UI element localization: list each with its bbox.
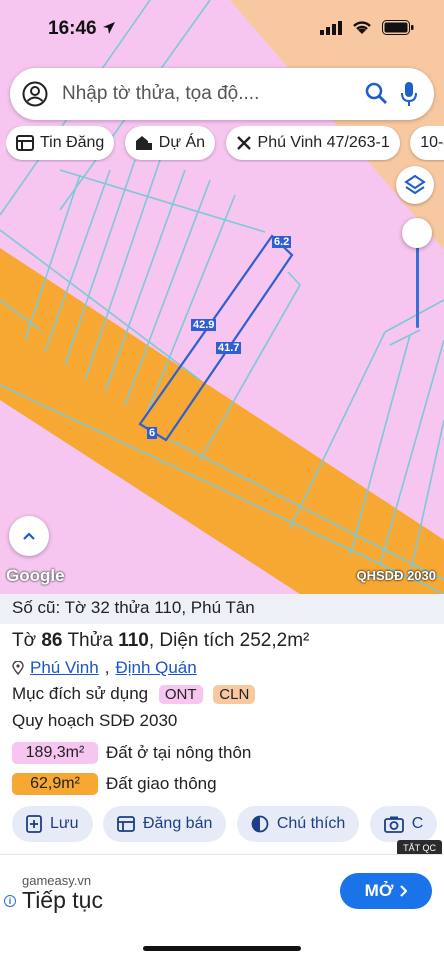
dim-label-bottom: 6 (147, 427, 158, 439)
area-label: , Diện tích 252,2m² (148, 630, 310, 651)
chip-du-an[interactable]: Dự Án (124, 126, 216, 160)
location-arrow-icon (102, 22, 115, 34)
listing-icon (16, 135, 34, 151)
status-time: 16:46 (48, 18, 116, 40)
search-icon[interactable] (364, 81, 388, 105)
legend-button[interactable]: Chú thích (236, 806, 360, 842)
layers-button[interactable] (396, 166, 434, 204)
building-icon (135, 136, 152, 150)
parcel-title: Tờ 86 Thửa 110, Diện tích 252,2m² (12, 630, 309, 652)
layers-icon (404, 174, 426, 195)
legend-label: Đất ở tại nông thôn (106, 743, 252, 762)
legend-row-residential: 189,3m² Đất ở tại nông thôn (12, 742, 251, 764)
tools-icon (236, 136, 251, 150)
to-label: Tờ (12, 630, 37, 651)
microphone-icon[interactable] (400, 81, 418, 107)
parcel-info-panel: Số cũ: Tờ 32 thửa 110, Phú Tân Tờ 86 Thử… (0, 594, 444, 854)
legend-label: Đất giao thông (106, 774, 217, 793)
button-label: Đăng bán (142, 815, 213, 832)
button-label: C (411, 815, 424, 832)
old-reference: Số cũ: Tờ 32 thửa 110, Phú Tân (0, 594, 444, 624)
purpose-row: Mục đích sử dụng ONT CLN (12, 684, 256, 704)
chip-label: 10-43 (420, 134, 444, 151)
ad-cta-label: MỞ (364, 881, 394, 900)
ward-link[interactable]: Phú Vinh (30, 658, 99, 678)
chevron-right-icon (400, 885, 408, 897)
post-sale-button[interactable]: Đăng bán (102, 806, 227, 842)
post-sale-icon (117, 816, 135, 832)
chip-10-43[interactable]: 10-43 (410, 126, 444, 160)
action-buttons: Lưu Đăng bán Chú thích C (12, 806, 444, 844)
ad-title: Tiếp tục (22, 887, 103, 913)
chip-phu-vinh[interactable]: Phú Vinh 47/263-1 (225, 126, 400, 160)
purpose-tag-ont: ONT (158, 685, 203, 704)
camera-icon (383, 816, 404, 833)
status-bar: 16:46 (0, 0, 444, 60)
chip-tin-dang[interactable]: Tin Đăng (6, 126, 115, 160)
status-icons (320, 20, 414, 35)
legend-row-transport: 62,9m² Đất giao thông (12, 773, 217, 795)
purpose-tag-cln: CLN (213, 685, 256, 704)
chip-label: Dự Án (158, 134, 206, 151)
save-button[interactable]: Lưu (12, 806, 93, 842)
dim-label-right: 41.7 (216, 342, 242, 354)
thua-value: 110 (118, 630, 149, 651)
dim-label-left: 42.9 (191, 319, 217, 331)
plan-label: Quy hoạch SDĐ 2030 (12, 711, 178, 730)
legend-area: 189,3m² (12, 742, 98, 764)
location-pin-icon (12, 661, 24, 675)
search-input[interactable] (62, 83, 352, 105)
save-plus-icon (26, 815, 42, 833)
cellular-signal-icon (320, 20, 342, 35)
ad-banner[interactable]: i gameasy.vn Tiếp tục MỞ (0, 854, 444, 926)
thua-label: Thửa (67, 630, 113, 651)
ad-info-icon[interactable]: i (4, 895, 16, 907)
dim-label-top: 6.2 (272, 236, 292, 248)
wifi-icon (353, 21, 371, 34)
button-label: Chú thích (276, 815, 346, 832)
to-value: 86 (41, 630, 63, 651)
search-bar[interactable] (10, 68, 434, 120)
zoom-slider-thumb[interactable] (402, 218, 432, 248)
home-indicator[interactable] (143, 946, 301, 951)
camera-button[interactable]: C (369, 806, 438, 842)
chip-label: Phú Vinh 47/263-1 (257, 134, 390, 151)
google-attribution: Google (6, 566, 65, 585)
button-label: Lưu (50, 815, 79, 832)
status-time-text: 16:46 (48, 18, 97, 39)
ad-site: gameasy.vn (22, 873, 92, 888)
layer-label: QHSDĐ 2030 (356, 568, 436, 583)
location-row: Phú Vinh, Định Quán (12, 658, 197, 678)
battery-icon (382, 20, 414, 35)
ad-open-button[interactable]: MỞ (340, 873, 432, 909)
comma-sep: , (104, 658, 110, 677)
account-icon[interactable] (22, 81, 48, 107)
district-link[interactable]: Định Quán (115, 658, 196, 678)
purpose-label: Mục đích sử dụng (12, 684, 149, 703)
contrast-icon (251, 815, 269, 833)
legend-area: 62,9m² (12, 773, 98, 795)
chevron-up-icon (23, 532, 35, 540)
filter-chips: Tin Đăng Dự Án Phú Vinh 47/263-1 10-43 (6, 126, 444, 162)
expand-panel-button[interactable] (9, 516, 49, 556)
chip-label: Tin Đăng (40, 134, 105, 151)
